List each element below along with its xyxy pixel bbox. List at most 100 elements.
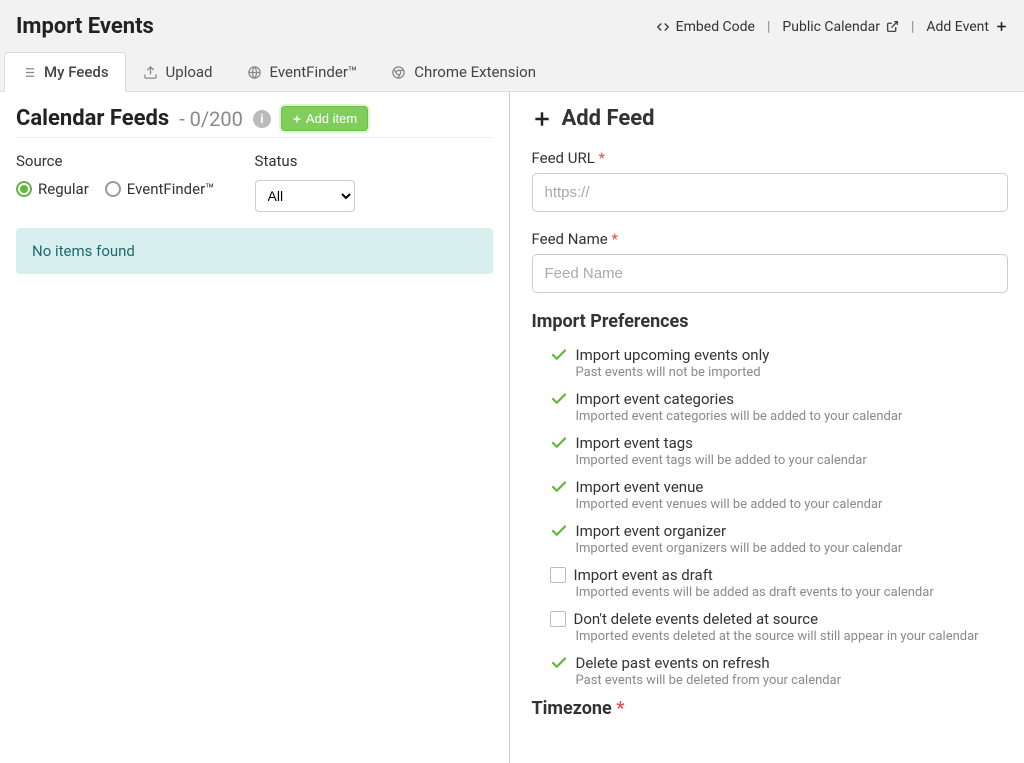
radio-dot-icon [105,181,121,197]
pref-item: Delete past events on refreshPast events… [550,654,1009,688]
page-title: Import Events [16,14,154,39]
plus-icon [532,109,552,129]
feeds-heading-row: Calendar Feeds - 0/200 i Add item [16,106,493,138]
tab-my-feeds[interactable]: My Feeds [4,52,126,92]
empty-message: No items found [32,242,135,260]
tab-eventfinder[interactable]: EventFinder™ [230,52,375,91]
feed-name-group: Feed Name * [532,230,1009,293]
check-icon [550,478,568,496]
source-radio-group: Regular EventFinder™ [16,180,215,198]
feed-name-label: Feed Name * [532,230,1009,248]
pref-label: Import event organizer [576,522,727,540]
chrome-icon [391,65,406,80]
status-filter: Status All [255,152,355,212]
add-item-label: Add item [306,111,357,126]
feeds-count: - 0/200 [179,107,243,131]
check-icon [550,390,568,408]
tab-label: My Feeds [44,63,109,81]
feeds-panel: Calendar Feeds - 0/200 i Add item Source… [0,92,510,763]
code-icon [656,20,670,34]
tab-upload[interactable]: Upload [126,52,230,91]
pref-toggle[interactable]: Import event as draft [550,566,1009,584]
pref-hint: Imported event venues will be added to y… [576,497,1009,512]
pref-label: Import upcoming events only [576,346,770,364]
source-label: Source [16,152,215,170]
embed-code-link[interactable]: Embed Code [656,19,755,35]
add-event-label: Add Event [926,19,989,35]
pref-toggle[interactable]: Import event organizer [550,522,1009,540]
check-icon [550,346,568,364]
plus-icon [292,114,302,124]
pref-hint: Past events will be deleted from your ca… [576,673,1009,688]
pref-toggle[interactable]: Import event venue [550,478,1009,496]
main-panel: Calendar Feeds - 0/200 i Add item Source… [0,91,1024,763]
pref-list: Import upcoming events onlyPast events w… [532,346,1009,688]
radio-eventfinder[interactable]: EventFinder™ [105,180,215,198]
radio-regular-label: Regular [38,180,89,198]
public-calendar-link[interactable]: Public Calendar [782,19,899,35]
pref-item: Import event tagsImported event tags wil… [550,434,1009,468]
tab-label: Chrome Extension [414,63,536,81]
add-item-button[interactable]: Add item [281,106,368,131]
globe-icon [247,65,262,80]
add-event-link[interactable]: Add Event [926,19,1008,35]
pref-item: Import event venueImported event venues … [550,478,1009,512]
radio-regular[interactable]: Regular [16,180,89,198]
add-feed-heading: Add Feed [562,106,655,131]
plus-icon [995,20,1008,33]
pref-label: Import event categories [576,390,734,408]
pref-hint: Imported event categories will be added … [576,409,1009,424]
feeds-heading: Calendar Feeds [16,106,169,131]
pref-label: Import event venue [576,478,704,496]
check-icon [550,522,568,540]
pref-item: Import upcoming events onlyPast events w… [550,346,1009,380]
embed-code-label: Embed Code [676,19,755,35]
header-bar: Import Events Embed Code | Public Calend… [0,0,1024,51]
status-label: Status [255,152,355,170]
feed-url-group: Feed URL * [532,149,1009,212]
pref-hint: Imported event tags will be added to you… [576,453,1009,468]
pref-hint: Imported events will be added as draft e… [576,585,1009,600]
feed-url-input[interactable] [532,173,1009,212]
add-feed-heading-row: Add Feed [532,106,1009,131]
divider: | [907,19,918,35]
check-icon [550,654,568,672]
info-icon[interactable]: i [253,110,271,128]
tab-label: EventFinder™ [270,63,358,81]
checkbox-icon [550,611,566,627]
pref-label: Don't delete events deleted at source [574,610,819,628]
pref-item: Import event as draftImported events wil… [550,566,1009,600]
status-select[interactable]: All [255,180,355,212]
pref-label: Delete past events on refresh [576,654,770,672]
tab-label: Upload [166,63,213,81]
pref-label: Import event as draft [574,566,713,584]
list-icon [21,65,36,80]
add-feed-panel: Add Feed Feed URL * Feed Name * Import P… [510,92,1024,763]
pref-item: Don't delete events deleted at sourceImp… [550,610,1009,644]
feed-url-label: Feed URL * [532,149,1009,167]
checkbox-icon [550,567,566,583]
radio-dot-icon [16,181,32,197]
pref-label: Import event tags [576,434,693,452]
pref-item: Import event organizerImported event org… [550,522,1009,556]
tabs-row: My Feeds Upload EventFinder™ Chrome Exte… [0,51,1024,91]
pref-toggle[interactable]: Import event tags [550,434,1009,452]
external-link-icon [886,20,899,33]
import-prefs-heading: Import Preferences [532,311,1009,332]
empty-state: No items found [16,228,493,274]
pref-item: Import event categoriesImported event ca… [550,390,1009,424]
pref-toggle[interactable]: Delete past events on refresh [550,654,1009,672]
pref-hint: Imported event organizers will be added … [576,541,1009,556]
feed-name-input[interactable] [532,254,1009,293]
pref-hint: Past events will not be imported [576,365,1009,380]
tab-chrome-ext[interactable]: Chrome Extension [374,52,553,91]
timezone-heading: Timezone * [532,698,1009,719]
pref-toggle[interactable]: Import event categories [550,390,1009,408]
pref-toggle[interactable]: Don't delete events deleted at source [550,610,1009,628]
header-actions: Embed Code | Public Calendar | Add Event [656,19,1008,35]
pref-toggle[interactable]: Import upcoming events only [550,346,1009,364]
upload-icon [143,65,158,80]
public-calendar-label: Public Calendar [782,19,880,35]
radio-eventfinder-label: EventFinder™ [127,180,215,198]
check-icon [550,434,568,452]
